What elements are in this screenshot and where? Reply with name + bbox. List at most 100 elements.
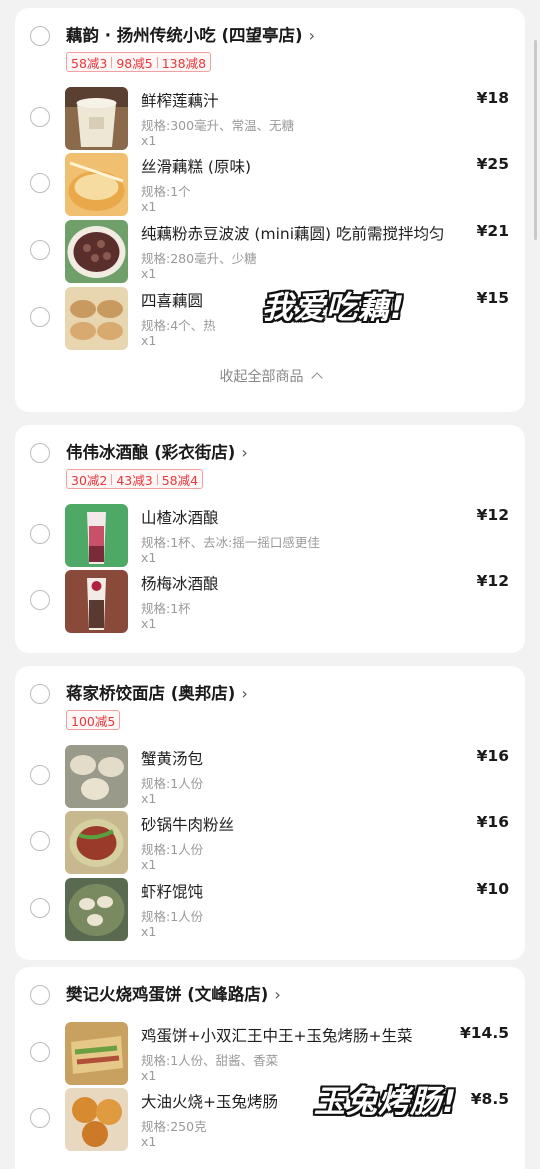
sticker-text: 玉兔烤肠! bbox=[314, 1084, 458, 1120]
item-thumbnail[interactable] bbox=[65, 504, 128, 567]
store-name[interactable]: 藕韵 · 扬州传统小吃 (四望亭店) › bbox=[66, 22, 315, 46]
item-thumbnail[interactable] bbox=[65, 220, 128, 283]
cart-item[interactable]: 鲜榨莲藕汁 规格:300毫升、常温、无糖 x1 ¥18 bbox=[15, 87, 525, 153]
store-name-text: 伟伟冰酒酿 (彩衣街店) bbox=[66, 443, 236, 462]
chevron-up-icon bbox=[310, 372, 323, 384]
item-select-checkbox[interactable] bbox=[30, 524, 50, 544]
promo-text: 58减4 bbox=[161, 472, 199, 488]
item-quantity: x1 bbox=[141, 791, 157, 806]
store-card: 藕韵 · 扬州传统小吃 (四望亭店) › 58减3 98减5 138减8 鲜榨莲藕… bbox=[15, 8, 525, 412]
item-thumbnail[interactable] bbox=[65, 153, 128, 216]
promo-text: 30减2 bbox=[71, 472, 108, 488]
item-name[interactable]: 鲜榨莲藕汁 bbox=[141, 89, 219, 111]
item-name[interactable]: 虾籽馄饨 bbox=[141, 880, 203, 902]
item-spec: 规格:300毫升、常温、无糖 bbox=[141, 118, 295, 133]
promo-text: 98减5 bbox=[116, 55, 153, 71]
item-spec: 规格:1杯、去冰:摇一摇口感更佳 bbox=[141, 535, 320, 550]
item-thumbnail[interactable] bbox=[65, 1088, 128, 1151]
item-quantity: x1 bbox=[141, 1134, 157, 1149]
chevron-right-icon: › bbox=[241, 443, 248, 462]
item-quantity: x1 bbox=[141, 924, 157, 939]
item-spec: 规格:1人份 bbox=[141, 842, 204, 857]
item-price: ¥15 bbox=[476, 289, 509, 307]
item-select-checkbox[interactable] bbox=[30, 1042, 50, 1062]
item-spec: 规格:1人份 bbox=[141, 909, 204, 924]
store-name[interactable]: 蒋家桥饺面店 (奥邦店) › bbox=[66, 680, 248, 704]
item-name[interactable]: 丝滑藕糕 (原味) bbox=[141, 155, 251, 177]
item-name[interactable]: 纯藕粉赤豆波波 (mini藕圆) 吃前需搅拌均匀 bbox=[141, 222, 445, 244]
item-spec: 规格:250克 bbox=[141, 1119, 207, 1134]
item-thumbnail[interactable] bbox=[65, 878, 128, 941]
sticker-text: 我爱吃藕! bbox=[262, 290, 406, 326]
store-header[interactable]: 伟伟冰酒酿 (彩衣街店) › 30减2 43减3 58减4 bbox=[15, 425, 525, 489]
item-quantity: x1 bbox=[141, 266, 157, 281]
item-quantity: x1 bbox=[141, 199, 157, 214]
item-price: ¥25 bbox=[476, 155, 509, 173]
item-thumbnail[interactable] bbox=[65, 745, 128, 808]
item-select-checkbox[interactable] bbox=[30, 1108, 50, 1128]
item-price: ¥10 bbox=[476, 880, 509, 898]
store-name[interactable]: 伟伟冰酒酿 (彩衣街店) › bbox=[66, 439, 248, 463]
item-thumbnail[interactable] bbox=[65, 811, 128, 874]
chevron-right-icon: › bbox=[274, 985, 281, 1004]
promo-text: 43减3 bbox=[116, 472, 153, 488]
item-spec: 规格:1人份 bbox=[141, 776, 204, 791]
item-quantity: x1 bbox=[141, 550, 157, 565]
item-price: ¥12 bbox=[476, 506, 509, 524]
store-name-text: 蒋家桥饺面店 (奥邦店) bbox=[66, 684, 236, 703]
collapse-all-button[interactable]: 收起全部商品 bbox=[15, 366, 525, 386]
item-name[interactable]: 鸡蛋饼+小双汇王中王+玉兔烤肠+生菜 bbox=[141, 1024, 412, 1046]
item-thumbnail[interactable] bbox=[65, 87, 128, 150]
item-thumbnail[interactable] bbox=[65, 287, 128, 350]
item-name[interactable]: 杨梅冰酒酿 bbox=[141, 572, 219, 594]
item-thumbnail[interactable] bbox=[65, 570, 128, 633]
item-thumbnail[interactable] bbox=[65, 1022, 128, 1085]
item-spec: 规格:1杯 bbox=[141, 601, 191, 616]
item-quantity: x1 bbox=[141, 1068, 157, 1083]
store-card: 伟伟冰酒酿 (彩衣街店) › 30减2 43减3 58减4 山楂冰酒酿 规格:1杯… bbox=[15, 425, 525, 653]
item-spec: 规格:1个 bbox=[141, 184, 191, 199]
cart-item[interactable]: 虾籽馄饨 规格:1人份 x1 ¥10 bbox=[15, 878, 525, 944]
store-header[interactable]: 樊记火烧鸡蛋饼 (文峰路店) › bbox=[15, 967, 525, 1027]
cart-item[interactable]: 蟹黄汤包 规格:1人份 x1 ¥16 bbox=[15, 745, 525, 811]
cart-item[interactable]: 纯藕粉赤豆波波 (mini藕圆) 吃前需搅拌均匀 规格:280毫升、少糖 x1 … bbox=[15, 220, 525, 286]
item-name[interactable]: 山楂冰酒酿 bbox=[141, 506, 219, 528]
item-select-checkbox[interactable] bbox=[30, 107, 50, 127]
store-card: 樊记火烧鸡蛋饼 (文峰路店) › 鸡蛋饼+小双汇王中王+玉兔烤肠+生菜 规格:1人… bbox=[15, 967, 525, 1169]
store-select-checkbox[interactable] bbox=[30, 26, 50, 46]
item-select-checkbox[interactable] bbox=[30, 590, 50, 610]
store-select-checkbox[interactable] bbox=[30, 684, 50, 704]
item-spec: 规格:1人份、甜酱、香菜 bbox=[141, 1053, 279, 1068]
cart-item[interactable]: 杨梅冰酒酿 规格:1杯 x1 ¥12 bbox=[15, 570, 525, 636]
promo-badge: 30减2 43减3 58减4 bbox=[66, 469, 204, 489]
item-select-checkbox[interactable] bbox=[30, 765, 50, 785]
cart-item[interactable]: 丝滑藕糕 (原味) 规格:1个 x1 ¥25 bbox=[15, 153, 525, 219]
promo-badge: 100减5 bbox=[66, 710, 121, 730]
item-select-checkbox[interactable] bbox=[30, 898, 50, 918]
item-name[interactable]: 大油火烧+玉兔烤肠 bbox=[141, 1090, 278, 1112]
item-price: ¥21 bbox=[476, 222, 509, 240]
store-name-text: 藕韵 · 扬州传统小吃 (四望亭店) bbox=[66, 26, 303, 45]
item-select-checkbox[interactable] bbox=[30, 831, 50, 851]
store-select-checkbox[interactable] bbox=[30, 985, 50, 1005]
item-price: ¥16 bbox=[476, 747, 509, 765]
cart-item[interactable]: 山楂冰酒酿 规格:1杯、去冰:摇一摇口感更佳 x1 ¥12 bbox=[15, 504, 525, 570]
item-select-checkbox[interactable] bbox=[30, 173, 50, 193]
item-select-checkbox[interactable] bbox=[30, 307, 50, 327]
item-name[interactable]: 蟹黄汤包 bbox=[141, 747, 203, 769]
item-quantity: x1 bbox=[141, 616, 157, 631]
promo-badge: 58减3 98减5 138减8 bbox=[66, 52, 212, 72]
store-name[interactable]: 樊记火烧鸡蛋饼 (文峰路店) › bbox=[66, 981, 281, 1005]
item-name[interactable]: 四喜藕圆 bbox=[141, 289, 203, 311]
store-select-checkbox[interactable] bbox=[30, 443, 50, 463]
item-price: ¥8.5 bbox=[470, 1090, 509, 1108]
item-select-checkbox[interactable] bbox=[30, 240, 50, 260]
promo-text: 58减3 bbox=[71, 55, 108, 71]
cart-item[interactable]: 砂锅牛肉粉丝 规格:1人份 x1 ¥16 bbox=[15, 811, 525, 877]
item-name[interactable]: 砂锅牛肉粉丝 bbox=[141, 813, 234, 835]
store-header[interactable]: 藕韵 · 扬州传统小吃 (四望亭店) › 58减3 98减5 138减8 bbox=[15, 8, 525, 72]
item-price: ¥16 bbox=[476, 813, 509, 831]
store-header[interactable]: 蒋家桥饺面店 (奥邦店) › 100减5 bbox=[15, 666, 525, 730]
store-card: 蒋家桥饺面店 (奥邦店) › 100减5 蟹黄汤包 规格:1人份 x1 ¥16 砂… bbox=[15, 666, 525, 960]
scrollbar[interactable] bbox=[534, 40, 537, 240]
